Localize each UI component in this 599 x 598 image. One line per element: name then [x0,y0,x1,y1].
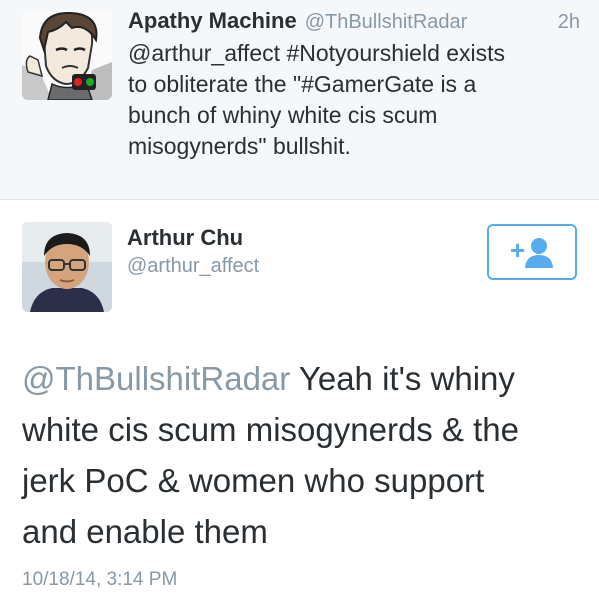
add-user-icon: + [510,235,553,268]
mention-link[interactable]: @ThBullshitRadar [22,360,290,397]
cartoon-avatar-icon[interactable] [22,10,112,100]
reply-author-handle[interactable]: @ThBullshitRadar [305,11,468,34]
tweet-text-line: and enable them [22,513,268,550]
author-name[interactable]: Arthur Chu [127,225,243,251]
tweet-text: @ThBullshitRadar Yeah it's whiny white c… [22,353,582,557]
reply-text-line: @arthur_affect #Notyourshield exists [128,40,506,66]
reply-tweet-header: Apathy Machine @ThBullshitRadar 2h [128,8,588,38]
follow-plus-glyph: + [510,235,525,265]
reply-text-line: to obliterate the "#GamerGate is a [128,71,477,97]
reply-text-line: bunch of whiny white cis scum [128,102,438,128]
reply-tweet-body: Apathy Machine @ThBullshitRadar 2h @arth… [128,8,588,162]
reply-tweet[interactable]: Apathy Machine @ThBullshitRadar 2h @arth… [0,0,599,200]
author-handle[interactable]: @arthur_affect [127,255,259,278]
tweet-text-line: jerk PoC & women who support [22,462,485,499]
profile-photo-icon[interactable] [22,222,112,312]
tweet-text-segment: Yeah it's whiny [290,360,515,397]
reply-tweet-text: @arthur_affect #Notyourshield exists to … [128,38,588,162]
tweet-text-line: white cis scum misogynerds & the [22,411,520,448]
tweet-text-line: @ThBullshitRadar Yeah it's whiny [22,353,582,404]
tweet-timestamp[interactable]: 10/18/14, 3:14 PM [22,569,177,591]
reply-timestamp[interactable]: 2h [558,11,588,34]
reply-author-name[interactable]: Apathy Machine [128,8,297,34]
main-tweet: Arthur Chu @arthur_affect + @ThBullshitR… [0,201,599,598]
reply-text-line: misogynerds" bullshit. [128,133,351,159]
follow-button[interactable]: + [487,224,577,280]
